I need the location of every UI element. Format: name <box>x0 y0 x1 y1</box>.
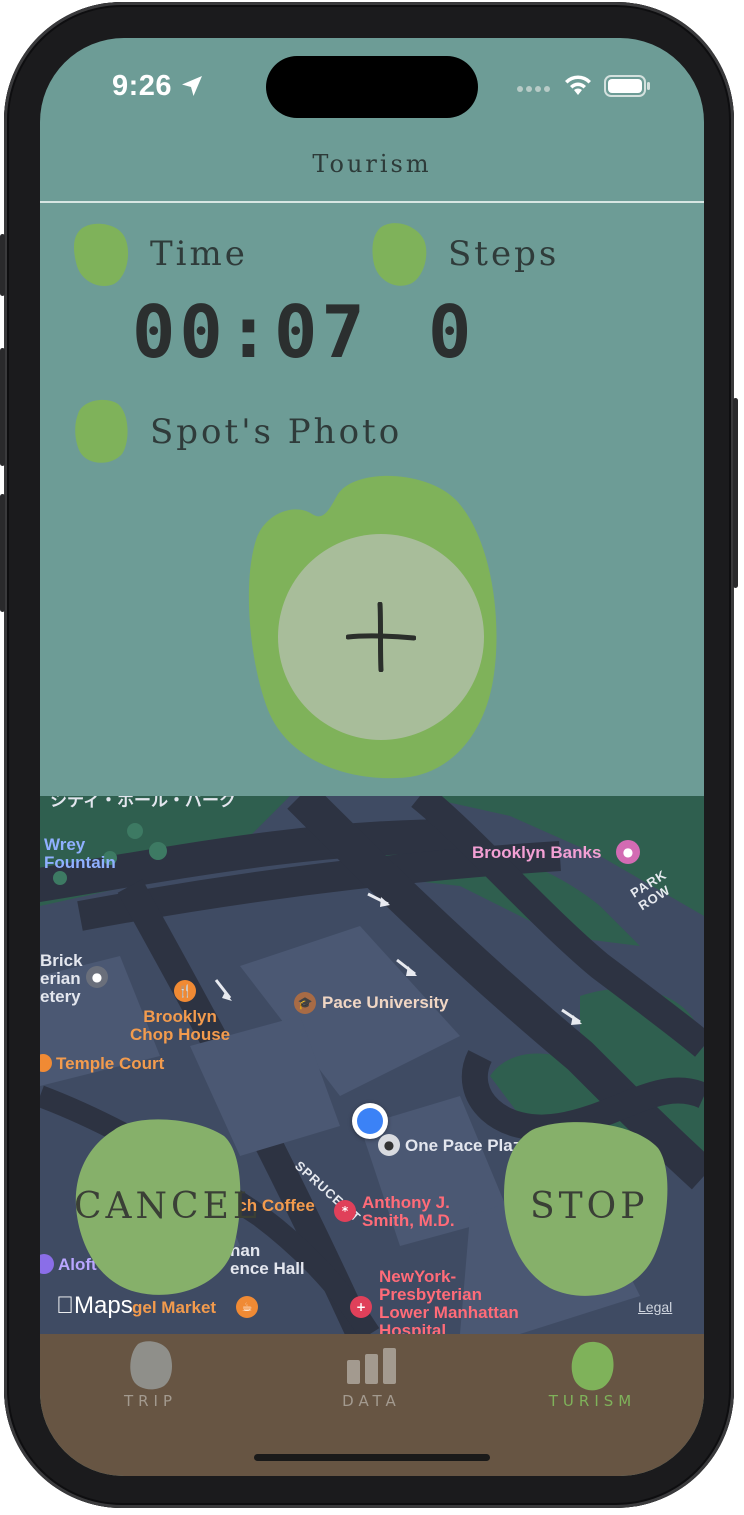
cemetery-pin-icon[interactable]: ● <box>86 966 108 988</box>
brooklyn-banks-pin-icon[interactable]: ● <box>616 840 640 864</box>
map-label-brick-cemetery[interactable]: Brick erian etery <box>40 952 83 1006</box>
volume-up-button <box>0 348 5 466</box>
time-label: Time <box>150 234 248 274</box>
battery-icon <box>604 75 650 97</box>
tab-data[interactable]: DATA <box>261 1334 482 1444</box>
tab-turism[interactable]: TURISM <box>482 1334 703 1444</box>
map-label-gel-market[interactable]: gel Market <box>132 1298 216 1318</box>
cancel-button[interactable]: CANCEL <box>74 1186 261 1227</box>
leaf-icon <box>130 1341 172 1390</box>
location-arrow-icon <box>182 76 202 96</box>
leaf-icon <box>571 1341 614 1391</box>
photo-label: Spot's Photo <box>150 412 403 452</box>
wifi-icon <box>565 75 591 95</box>
map-label-pace-university[interactable]: Pace University <box>322 993 449 1013</box>
user-location-dot[interactable] <box>352 1103 388 1139</box>
university-pin-icon[interactable]: 🎓 <box>294 992 316 1014</box>
apple-logo-icon:  <box>56 1292 74 1319</box>
power-button <box>733 398 738 588</box>
tab-trip[interactable]: TRIP <box>40 1334 261 1444</box>
time-value: 00:07 <box>132 290 369 374</box>
one-pace-plaza-pin-icon[interactable]: ● <box>378 1134 400 1156</box>
map-label-temple-court[interactable]: Temple Court <box>56 1054 164 1074</box>
page-title: Tourism <box>312 150 432 178</box>
photo-leaf-icon <box>75 399 128 463</box>
hospital-pin-icon[interactable]: + <box>350 1296 372 1318</box>
status-time: 9:26 <box>112 70 173 102</box>
signal-icon <box>517 86 550 92</box>
tab-trip-label: TRIP <box>123 1392 178 1410</box>
stop-button[interactable]: STOP <box>530 1186 648 1227</box>
screen: 9:26 Tourism Time 00:07 Steps 0 Spot's P… <box>40 38 704 1476</box>
action-button <box>0 234 5 296</box>
header-divider <box>40 201 704 203</box>
time-leaf-icon <box>73 223 129 286</box>
steps-leaf-icon <box>372 223 427 286</box>
dynamic-island <box>266 56 478 118</box>
plus-icon <box>346 602 416 672</box>
legal-link[interactable]: Legal <box>638 1299 672 1315</box>
map-label-wrey-fountain[interactable]: Wrey Fountain <box>44 836 116 872</box>
steps-label: Steps <box>448 234 560 274</box>
doctor-pin-icon[interactable]: * <box>334 1200 356 1222</box>
status-icons <box>516 74 652 98</box>
phone-frame: 9:26 Tourism Time 00:07 Steps 0 Spot's P… <box>0 2 738 1508</box>
volume-down-button <box>0 494 5 612</box>
steps-value: 0 <box>428 290 476 374</box>
map-label-anthony-smith[interactable]: Anthony J. Smith, M.D. <box>362 1194 455 1230</box>
restaurant-pin-icon[interactable]: 🍴 <box>174 980 196 1002</box>
map-label-top-cut: シティ・ホール・パーク <box>50 796 236 810</box>
map-label-brooklyn-chop-house[interactable]: Brooklyn Chop House <box>130 1008 230 1044</box>
add-photo-button[interactable] <box>278 534 484 740</box>
bar-chart-icon <box>347 1348 396 1384</box>
home-indicator <box>254 1454 490 1461</box>
map-label-brooklyn-banks[interactable]: Brooklyn Banks <box>472 843 601 863</box>
map-label-newyork-presbyterian[interactable]: NewYork- Presbyterian Lower Manhattan Ho… <box>379 1268 519 1335</box>
tab-data-label: DATA <box>342 1392 401 1410</box>
tab-turism-label: TURISM <box>548 1392 637 1410</box>
